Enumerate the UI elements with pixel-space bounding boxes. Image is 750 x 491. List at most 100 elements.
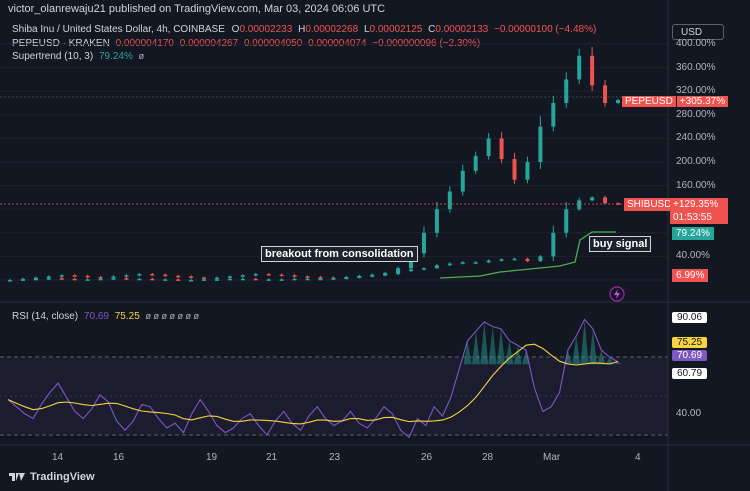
candle-body [150,274,155,276]
candle-body [512,258,517,261]
shib-badge-value: +129.35% [673,199,719,210]
candle-body [8,280,12,282]
candle-body [72,275,77,277]
rsi-axis-lower: 40.00 [676,408,702,419]
candle-body [279,279,284,281]
candle-body [20,279,25,281]
time-axis-label: 19 [206,452,218,463]
candle-body [460,170,465,192]
shib-badge-stack: +129.35% 01:53:55 [670,198,728,224]
time-axis-label: 14 [52,452,64,463]
candle-body [616,100,620,103]
candle-body [473,156,478,171]
candle-body [409,269,414,272]
price-axis-label: 40.00% [676,250,710,262]
candle-body [240,275,245,277]
rsi-axis-current: 70.69 [672,350,708,361]
price-axis-label: 240.00% [676,132,716,144]
rsi-axis-ma: 75.25 [672,337,708,348]
candle-body [344,277,349,280]
candle-body [577,55,582,80]
candle-body [202,279,207,281]
candle-body [370,275,375,277]
setting-icons[interactable]: ø ø ø ø ø ø ø [146,311,200,321]
candle-body [473,262,478,264]
price-axis-label: 360.00% [676,61,716,73]
candle-body [447,263,452,266]
shib-badge: SHIBUSD [624,198,675,211]
price-axis[interactable]: 400.00% 360.00% 320.00% 280.00% 240.00% 200.0… [676,0,750,300]
pepe-badge-name: PEPEUSD [622,96,676,107]
candle-body [163,274,168,277]
candle-body [564,209,569,233]
candle-body [189,276,194,278]
tradingview-logo[interactable]: TradingView [8,471,95,483]
lightning-bolt-icon [614,289,620,299]
candle-body [577,200,582,210]
candle-body [486,260,491,263]
candle-body [486,138,491,157]
time-axis-label: 28 [482,452,494,463]
supertrend-badge: 79.24% [672,227,714,240]
candle-body [150,278,155,281]
candle-body [564,79,569,103]
candle-body [240,278,245,281]
candle-body [176,275,181,278]
pepe-badge-value: +305.37% [676,96,729,107]
price-axis-label: 200.00% [676,156,716,167]
tradingview-logo-icon [9,473,25,481]
candle-body [46,278,51,280]
time-axis-label: Mar [543,452,561,463]
time-axis-label: 21 [266,452,278,463]
rsi-title: RSI (14, close) [12,311,79,322]
candle-body [305,278,310,281]
candle-body [98,278,103,281]
candle-body [525,258,530,262]
candle-body [292,275,297,277]
footer-brand: TradingView [30,471,95,483]
candle-body [176,279,181,281]
breakout-annotation[interactable]: breakout from consolidation [261,246,418,262]
candle-body [59,275,64,277]
candle-body [266,274,271,276]
rsi-value: 70.69 [83,311,109,322]
candle-body [124,275,129,277]
candle-body [163,279,168,281]
time-axis-label: 26 [421,452,433,463]
candle-body [590,55,595,86]
candle-body [499,138,504,160]
candle-body [85,275,90,278]
price-axis-label: 160.00% [676,179,716,191]
candle-body [512,159,517,180]
price-axis-label: 400.00% [676,38,716,49]
candle-body [331,278,336,280]
rsi-ma-value: 75.25 [114,311,140,322]
candle-body [279,274,284,277]
candle-body [72,278,77,281]
candle-body [447,191,452,210]
time-axis-label: 16 [113,452,125,463]
candle-body [214,279,219,281]
candle-body [590,197,595,201]
candle-body [253,274,258,276]
candle-body [383,272,388,276]
shib-badge-name: SHIBUSD [624,198,675,211]
candle-body [318,278,323,281]
time-axis-label: 23 [329,452,341,463]
candle-body [551,232,556,257]
price-axis-label: 280.00% [676,108,716,120]
candle-body [421,268,426,270]
time-axis-label: 4 [635,452,641,463]
buy-signal-annotation[interactable]: buy signal [589,236,652,252]
candle-body [551,103,556,127]
rsi-legend[interactable]: RSI (14, close) 70.69 75.25 ø ø ø ø ø ø … [12,311,199,322]
candle-body [421,232,426,254]
candle-body [538,126,543,162]
candle-body [603,197,608,204]
rsi-axis-mid: 60.79 [672,368,708,379]
candle-body [227,278,232,281]
candle-body [124,278,129,280]
pepe-badge: PEPEUSD +305.37% [622,95,729,108]
candle-body [292,278,297,281]
candle-body [460,262,465,264]
